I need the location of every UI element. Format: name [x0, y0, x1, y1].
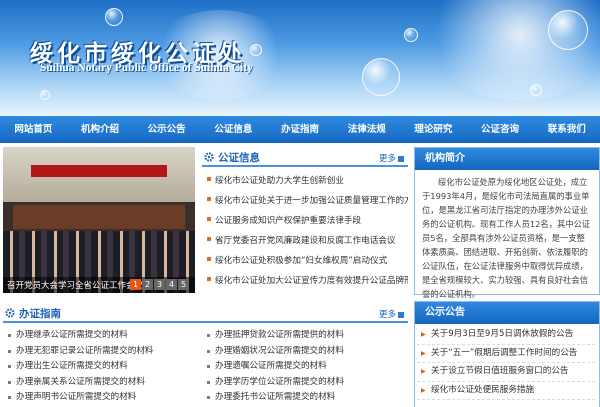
intro-text: 绥化市公证处原为绥化地区公证处，成立于1993年4月，是绥化市司法局直属的事业单… [422, 177, 591, 299]
slide-page-5[interactable]: 5 [178, 279, 189, 290]
site-subtitle: Suihua Notary Public Office of Suihua Ci… [40, 62, 253, 74]
list-item[interactable]: 办理遗嘱公证所需提交的材料 [205, 359, 408, 375]
news-header: 公证信息 更多 [202, 147, 408, 167]
intro-panel: 机构简介 绥化市公证处原为绥化地区公证处，成立于1993年4月，是绥化市司法局直… [414, 147, 600, 299]
gear-icon [5, 308, 15, 318]
guide-header: 办证指南 更多 [3, 303, 408, 323]
list-item[interactable]: 办理出生公证所需提交的材料 [6, 359, 201, 375]
nav-research[interactable]: 理论研究 [400, 116, 467, 143]
bubble-decoration [404, 28, 418, 42]
guide-more-link[interactable]: 更多 [379, 308, 404, 320]
nav-about[interactable]: 机构介绍 [67, 116, 134, 143]
nav-contact[interactable]: 联系我们 [533, 116, 600, 143]
news-more-link[interactable]: 更多 [379, 152, 404, 164]
guide-list-right: 办理抵押贷款公证所需提供的材料 办理婚姻状况公证所需提交的材料 办理遗嘱公证所需… [205, 328, 408, 406]
news-list: 绥化市公证处助力大学生创新创业 绥化市公证处关于进一步加强公证质量管理工作的方案… [205, 171, 408, 291]
nav-home[interactable]: 网站首页 [0, 116, 67, 143]
notice-panel: 公示公告 关于9月3日至9月5日调休放假的公告 关于“五一”假期后调整工作时间的… [414, 301, 600, 407]
nav-guide[interactable]: 办证指南 [267, 116, 334, 143]
list-item[interactable]: 办理声明书公证所需提交的材料 [6, 390, 201, 406]
nav-announcements[interactable]: 公示公告 [133, 116, 200, 143]
list-item[interactable]: 办理婚姻状况公证所需提交的材料 [205, 344, 408, 360]
slideshow-pager: 1 2 3 4 5 [130, 279, 189, 290]
list-item[interactable]: 关于9月3日至9月5日调休放假的公告 [417, 326, 595, 345]
guide-title: 办证指南 [19, 308, 61, 320]
site-header: 绥化市绥化公证处 Suihua Notary Public Office of … [0, 0, 600, 116]
notice-title: 公示公告 [415, 302, 599, 324]
nav-laws[interactable]: 法律法规 [333, 116, 400, 143]
list-item[interactable]: 关于“五一”假期后调整工作时间的公告 [417, 345, 595, 363]
list-item[interactable]: 办理继承公证所需提交的材料 [6, 328, 201, 344]
slide-page-4[interactable]: 4 [166, 279, 177, 290]
news-title: 公证信息 [218, 152, 260, 164]
list-item[interactable]: 绥化市公证处加大公证宣传力度有效提升公证品牌形象 [205, 271, 408, 291]
list-item[interactable]: 省厅党委召开党风廉政建设和反腐工作电话会议 [205, 231, 408, 251]
nav-notary-info[interactable]: 公证信息 [200, 116, 267, 143]
bubble-decoration [40, 90, 50, 100]
bubble-decoration [530, 84, 542, 96]
list-item[interactable]: 办理无犯罪记录公证所需提交的材料 [6, 344, 201, 360]
slide-page-2[interactable]: 2 [142, 279, 153, 290]
bubble-decoration [105, 8, 123, 26]
photo-table [13, 205, 185, 229]
nav-consult[interactable]: 公证咨询 [467, 116, 534, 143]
intro-title: 机构简介 [415, 148, 599, 170]
slideshow-photo[interactable]: 召开党员大会学习全省公证工作会议 1 2 3 4 5 [3, 147, 195, 293]
gear-icon [204, 152, 214, 162]
photo-banner [31, 165, 167, 177]
list-item[interactable]: 公证服务成知识产权保护重要法律手段 [205, 211, 408, 231]
list-item[interactable]: 办理学历学位公证所需提交的材料 [205, 375, 408, 391]
list-item[interactable]: 关于设立节假日值班服务窗口的公告 [417, 363, 595, 382]
slide-page-1[interactable]: 1 [130, 279, 141, 290]
list-item[interactable]: 绥化市公证处积极参加“妇女维权周”启动仪式 [205, 251, 408, 271]
slide-page-3[interactable]: 3 [154, 279, 165, 290]
bubble-decoration [250, 44, 262, 56]
notice-list: 关于9月3日至9月5日调休放假的公告 关于“五一”假期后调整工作时间的公告 关于… [415, 324, 599, 400]
list-item[interactable]: 绥化市公证处关于进一步加强公证质量管理工作的方案 [205, 191, 408, 211]
list-item[interactable]: 绥化市公证处助力大学生创新创业 [205, 171, 408, 191]
list-item[interactable]: 办理亲属关系公证所需提交的材料 [6, 375, 201, 391]
bubble-decoration [548, 10, 588, 50]
bubble-decoration [362, 58, 400, 96]
list-item[interactable]: 办理抵押贷款公证所需提供的材料 [205, 328, 408, 344]
guide-list-left: 办理继承公证所需提交的材料 办理无犯罪记录公证所需提交的材料 办理出生公证所需提… [6, 328, 201, 406]
list-item[interactable]: 绥化市公证处便民服务措施 [417, 382, 595, 400]
slideshow-caption: 召开党员大会学习全省公证工作会议 [7, 281, 144, 291]
list-item[interactable]: 办理委托书公证所需提交的材料 [205, 390, 408, 406]
main-nav: 网站首页 机构介绍 公示公告 公证信息 办证指南 法律法规 理论研究 公证咨询 … [0, 116, 600, 143]
